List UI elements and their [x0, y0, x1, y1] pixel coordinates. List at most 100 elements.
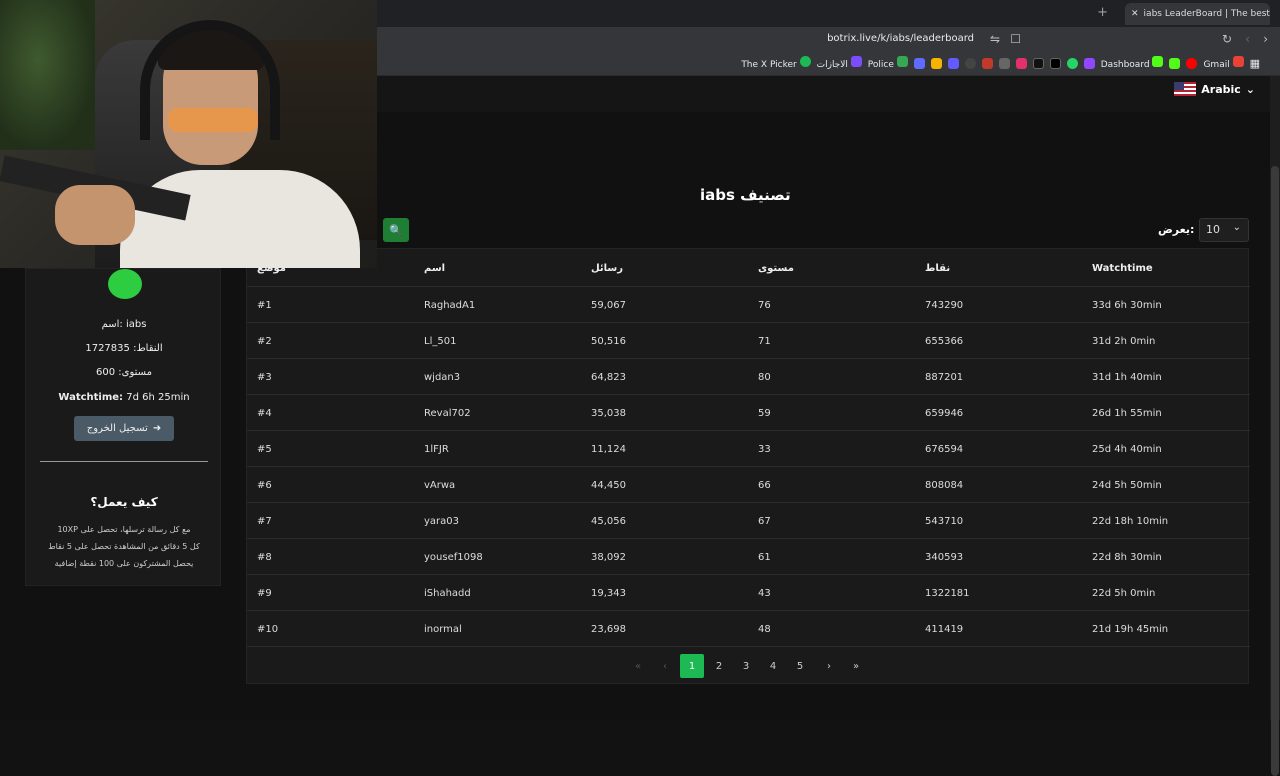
cell-name: Reval702 — [424, 408, 471, 419]
cell-points: 808084 — [925, 480, 964, 491]
header-watchtime[interactable]: Watchtime — [1092, 263, 1153, 274]
divider — [40, 461, 208, 462]
forward-icon[interactable]: › — [1263, 32, 1268, 46]
cell-messages: 59,067 — [591, 300, 626, 311]
cell-level: 48 — [758, 624, 771, 635]
reload-icon[interactable]: ↻ — [1222, 32, 1232, 46]
last-page-icon[interactable]: » — [844, 654, 868, 678]
cell-points: 743290 — [925, 300, 964, 311]
us-flag-icon — [1174, 82, 1197, 96]
bookmark-gmail[interactable]: Gmail — [1203, 56, 1244, 70]
page-3[interactable]: 3 — [734, 654, 758, 678]
back-icon[interactable]: ‹ — [1245, 32, 1250, 46]
kick-icon[interactable] — [1169, 57, 1181, 69]
chevron-down-icon: ⌄ — [1232, 222, 1241, 233]
list-icon — [850, 56, 862, 67]
bookmark-holidays[interactable]: الاجازات — [817, 56, 862, 70]
new-tab-icon[interactable]: + — [1097, 5, 1108, 20]
how-line-2: كل 5 دقائق من المشاهدة تحصل على 5 نقاط — [48, 542, 200, 551]
cell-pos: #6 — [257, 480, 272, 491]
cell-points: 411419 — [925, 624, 964, 635]
show-label: يعرض: — [1158, 223, 1195, 236]
cell-pos: #5 — [257, 444, 272, 455]
table-row: #5 1lFJR 11,124 33 676594 25d 4h 40min — [247, 431, 1250, 467]
x-icon[interactable] — [1049, 57, 1061, 69]
instagram-icon[interactable] — [1015, 57, 1027, 69]
cell-watchtime: 31d 1h 40min — [1092, 372, 1162, 383]
table-row: #3 wjdan3 64,823 80 887201 31d 1h 40min — [247, 359, 1250, 395]
page-1[interactable]: 1 — [680, 654, 704, 678]
bookmark-star-icon[interactable]: ☐ — [1010, 32, 1021, 46]
cell-watchtime: 26d 1h 55min — [1092, 408, 1162, 419]
how-line-3: يحصل المشتركون على 100 نقطة إضافية — [54, 559, 194, 568]
watchtime-label: Watchtime: — [58, 392, 124, 403]
table-header: موضع اسم رسائل مستوى نقاط Watchtime — [247, 249, 1250, 287]
grid-icon[interactable] — [998, 57, 1010, 69]
browser-tab[interactable]: ✕ iabs LeaderBoard | The best Cha ◆ — [1125, 3, 1270, 25]
cell-name: yousef1098 — [424, 552, 483, 563]
close-icon[interactable]: ✕ — [1131, 9, 1139, 19]
prev-page-icon[interactable]: ‹ — [653, 654, 677, 678]
cell-watchtime: 33d 6h 30min — [1092, 300, 1162, 311]
app-icon[interactable] — [981, 57, 993, 69]
kick-icon — [1152, 56, 1164, 67]
cell-name: inormal — [424, 624, 462, 635]
cell-name: wjdan3 — [424, 372, 461, 383]
url-text[interactable]: botrix.live/k/iabs/leaderboard — [827, 33, 974, 44]
profile-level: مستوى: 600 — [96, 367, 152, 378]
twitch-icon[interactable] — [1083, 57, 1095, 69]
scrollbar-thumb[interactable] — [1271, 166, 1279, 776]
page-title: تصنيف iabs — [700, 186, 791, 204]
github-icon[interactable] — [964, 57, 976, 69]
gift-icon[interactable] — [930, 57, 942, 69]
bookmark-dashboard[interactable]: Dashboard — [1101, 56, 1164, 70]
cell-level: 33 — [758, 444, 771, 455]
rows-per-page-select[interactable]: 10 ⌄ — [1199, 218, 1249, 242]
apps-icon[interactable]: ▦ — [1250, 57, 1260, 70]
bookmark-x-picker[interactable]: The X Picker — [741, 56, 811, 70]
youtube-icon[interactable] — [1186, 57, 1198, 69]
cell-pos: #8 — [257, 552, 272, 563]
header-name[interactable]: اسم — [424, 263, 445, 274]
header-messages[interactable]: رسائل — [591, 263, 623, 274]
first-page-icon[interactable]: « — [626, 654, 650, 678]
page-scrollbar[interactable] — [1270, 76, 1280, 776]
search-button[interactable]: 🔍 — [383, 218, 409, 242]
table-row: #4 Reval702 35,038 59 659946 26d 1h 55min — [247, 395, 1250, 431]
bookmark-police[interactable]: Police — [868, 56, 908, 70]
site-settings-icon[interactable]: ⇋ — [990, 32, 1000, 46]
table-row: #6 vArwa 44,450 66 808084 24d 5h 50min — [247, 467, 1250, 503]
cell-pos: #3 — [257, 372, 272, 383]
webcam-person-body — [120, 170, 360, 268]
cell-level: 66 — [758, 480, 771, 491]
logout-button[interactable]: تسجيل الخروج ➜ — [74, 416, 174, 441]
page-5[interactable]: 5 — [788, 654, 812, 678]
profile-points: النقاط: 1727835 — [85, 343, 163, 354]
how-line-1: مع كل رسالة ترسلها، تحصل على 10XP — [57, 525, 191, 534]
cell-name: RaghadA1 — [424, 300, 476, 311]
cell-level: 43 — [758, 588, 771, 599]
sheet-icon — [896, 56, 908, 67]
page-2[interactable]: 2 — [707, 654, 731, 678]
cell-messages: 23,698 — [591, 624, 626, 635]
sign-out-icon: ➜ — [152, 423, 162, 434]
header-points[interactable]: نقاط — [925, 263, 950, 274]
page-4[interactable]: 4 — [761, 654, 785, 678]
cell-watchtime: 22d 18h 10min — [1092, 516, 1169, 527]
cell-points: 659946 — [925, 408, 964, 419]
sync-icon[interactable] — [913, 57, 925, 69]
whatsapp-icon[interactable] — [1066, 57, 1078, 69]
watchtime-value: 7d 6h 25min — [126, 392, 190, 403]
next-page-icon[interactable]: › — [817, 654, 841, 678]
logout-label: تسجيل الخروج — [86, 423, 148, 434]
stripe-icon[interactable] — [947, 57, 959, 69]
cell-points: 340593 — [925, 552, 964, 563]
language-selector[interactable]: Arabic ⌄ — [1174, 82, 1255, 96]
tiktok-icon[interactable] — [1032, 57, 1044, 69]
cell-watchtime: 22d 8h 30min — [1092, 552, 1162, 563]
cell-level: 76 — [758, 300, 771, 311]
cell-points: 655366 — [925, 336, 964, 347]
webcam-overlay — [0, 0, 377, 268]
cell-messages: 35,038 — [591, 408, 626, 419]
header-level[interactable]: مستوى — [758, 263, 794, 274]
